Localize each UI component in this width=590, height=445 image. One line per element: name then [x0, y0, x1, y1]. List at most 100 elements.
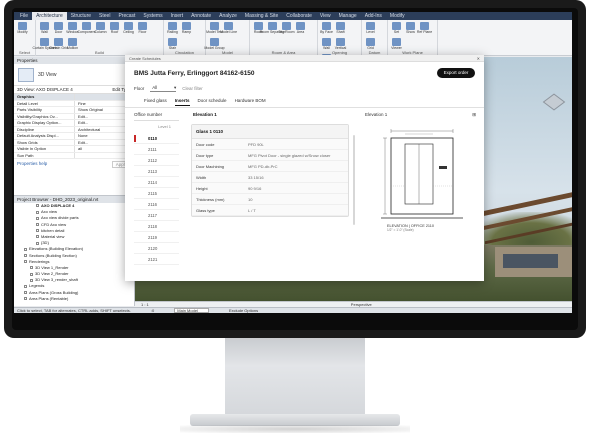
menu-tab-file[interactable]: File — [16, 12, 32, 20]
close-icon[interactable]: ✕ — [477, 55, 480, 61]
menu-tab-manage[interactable]: Manage — [335, 12, 361, 20]
railing-icon — [168, 22, 177, 30]
tab-inserts[interactable]: Inserts — [174, 98, 190, 106]
office-list-item[interactable]: 2117 — [134, 210, 179, 221]
office-list-item[interactable]: 2116 — [134, 199, 179, 210]
tool-room-separator-button[interactable]: Room Separator — [260, 22, 285, 37]
tool-label: Level — [366, 30, 375, 34]
browser-item-label: Elevations (Building Elevation) — [29, 246, 84, 252]
office-list-item[interactable]: 2121 — [134, 254, 179, 265]
properties-row[interactable]: Sun Path — [14, 152, 134, 159]
tool-show-button[interactable]: Show — [404, 22, 417, 37]
menu-tab-steel[interactable]: Steel — [95, 12, 114, 20]
menu-tab-insert[interactable]: Insert — [167, 12, 188, 20]
properties-help-link[interactable]: Properties help — [17, 161, 47, 168]
detail-value: 33 15/16 — [248, 175, 264, 180]
tool-wall-button[interactable]: Wall — [38, 22, 51, 37]
menu-tab-structure[interactable]: Structure — [67, 12, 95, 20]
office-list-item[interactable]: 2112 — [134, 155, 179, 166]
menu-tab-systems[interactable]: Systems — [139, 12, 166, 20]
room-icon — [254, 22, 263, 30]
tab-fixed-glass[interactable]: Fixed glass — [144, 98, 167, 106]
tool-label: Roof — [110, 30, 119, 34]
office-list-column: Office number Level 1 0110 2111 2112 2113 21… — [134, 112, 179, 277]
clear-filter-link[interactable]: Clear filter — [182, 86, 203, 91]
office-list-item[interactable]: 2120 — [134, 243, 179, 254]
active-model-select[interactable]: Main Model — [174, 308, 209, 313]
expand-toggle-icon — [24, 297, 27, 301]
card-rows: Door code PFD 90L Door type MFG Pivot Door … — [192, 139, 348, 216]
expand-icon[interactable]: ⊞ — [472, 112, 476, 118]
property-name: Graphics — [17, 94, 35, 99]
office-list-item[interactable]: 2115 — [134, 188, 179, 199]
tool-roof-button[interactable]: Roof — [108, 22, 121, 37]
dialog-titlebar: Create Schedules ✕ — [125, 55, 484, 62]
view-dropdown[interactable]: 3D View: AXO DISPLACE 4 Edit Type — [14, 86, 134, 94]
view-icon — [30, 278, 33, 282]
browser-item-label: Area Plans (Gross Building) — [29, 289, 79, 295]
export-order-button[interactable]: Export order — [437, 68, 475, 78]
tool-by-face-button[interactable]: By Face — [320, 22, 333, 37]
menu-tab-collaborate[interactable]: Collaborate — [282, 12, 316, 20]
menu-tab-precast[interactable]: Precast — [114, 12, 139, 20]
view-icon — [30, 266, 33, 270]
office-list-item[interactable]: 2118 — [134, 221, 179, 232]
office-list-item[interactable]: 2111 — [134, 144, 179, 155]
tool-area-button[interactable]: Area — [294, 22, 307, 37]
tool-label: Shaft — [336, 30, 345, 34]
tool-ramp-button[interactable]: Ramp — [180, 22, 193, 37]
tab-hardware-bom[interactable]: Hardware BOM — [235, 98, 266, 106]
menu-tab-add-ins[interactable]: Add-Ins — [361, 12, 386, 20]
floor-select[interactable]: All ▾ — [150, 85, 177, 92]
modify-icon — [18, 22, 27, 30]
ramp-icon — [182, 22, 191, 30]
browser-item-label: 3D View 3_render_shaft — [35, 277, 78, 283]
tool-model-line-button[interactable]: Model Line — [220, 22, 237, 37]
model-line-icon — [224, 22, 233, 30]
tool-shaft-button[interactable]: Shaft — [334, 22, 347, 37]
detail-row: Door code PFD 90L — [192, 139, 348, 150]
office-list-item[interactable]: 2114 — [134, 177, 179, 188]
type-selector[interactable]: 3D View — [14, 64, 134, 86]
drawing-column: Elevation 1 ⊞ ELEVATION | OFFICE 2110 1/… — [365, 112, 478, 277]
browser-item[interactable]: Area Plans (Rentable) — [14, 296, 134, 302]
tool-modify-button[interactable]: Modify — [16, 22, 29, 37]
ribbon-group-circulation: Railing Ramp Stair Circulation — [164, 20, 206, 56]
detail-value: 90 9/16 — [248, 186, 262, 191]
menu-tab-analyze[interactable]: Analyze — [215, 12, 241, 20]
tool-tag-room-button[interactable]: Tag Room — [279, 22, 294, 37]
tool-railing-button[interactable]: Railing — [166, 22, 179, 37]
view-icon — [36, 229, 39, 233]
monitor-stand — [225, 338, 365, 418]
tool-label: Floor — [138, 30, 147, 34]
ribbon-group-room-area: Room Room Separator Tag Room Area Room & Are… — [250, 20, 318, 56]
detail-label: Door Machining — [196, 164, 225, 169]
tool-ref-plane-button[interactable]: Ref Plane — [417, 22, 432, 37]
details-scrollbar[interactable] — [353, 135, 355, 225]
menu-tab-view[interactable]: View — [316, 12, 335, 20]
menu-tab-modify[interactable]: Modify — [386, 12, 409, 20]
exclude-options-checkbox[interactable]: Exclude Options — [229, 308, 258, 313]
office-list-item[interactable]: 0110 — [134, 133, 179, 144]
office-list-item[interactable]: 2119 — [134, 232, 179, 243]
tabs-divider — [125, 107, 484, 108]
menu-tab-architecture[interactable]: Architecture — [32, 12, 67, 20]
tool-door-button[interactable]: Door — [52, 22, 65, 37]
tool-floor-button[interactable]: Floor — [136, 22, 149, 37]
tool-level-button[interactable]: Level — [364, 22, 377, 37]
office-list-item[interactable]: 2113 — [134, 166, 179, 177]
tab-door-schedule[interactable]: Door schedule — [198, 98, 227, 106]
tool-ceiling-button[interactable]: Ceiling — [122, 22, 135, 37]
expand-toggle-icon — [24, 291, 27, 295]
tool-set-button[interactable]: Set — [390, 22, 403, 37]
menu-tab-massing-site[interactable]: Massing & Site — [241, 12, 282, 20]
menu-tab-annotate[interactable]: Annotate — [187, 12, 215, 20]
ceiling-icon — [124, 22, 133, 30]
model-text-icon — [210, 22, 219, 30]
detail-label: Glass type — [196, 208, 215, 213]
stair-icon — [168, 38, 177, 46]
tool-column-button[interactable]: Column — [94, 22, 107, 37]
ribbon-group-build: Wall Door Window Component Column Roof Ceiling… — [33, 20, 164, 56]
tool-component-button[interactable]: Component — [77, 22, 96, 37]
drawing-header: Elevation 1 ⊞ — [365, 112, 478, 118]
